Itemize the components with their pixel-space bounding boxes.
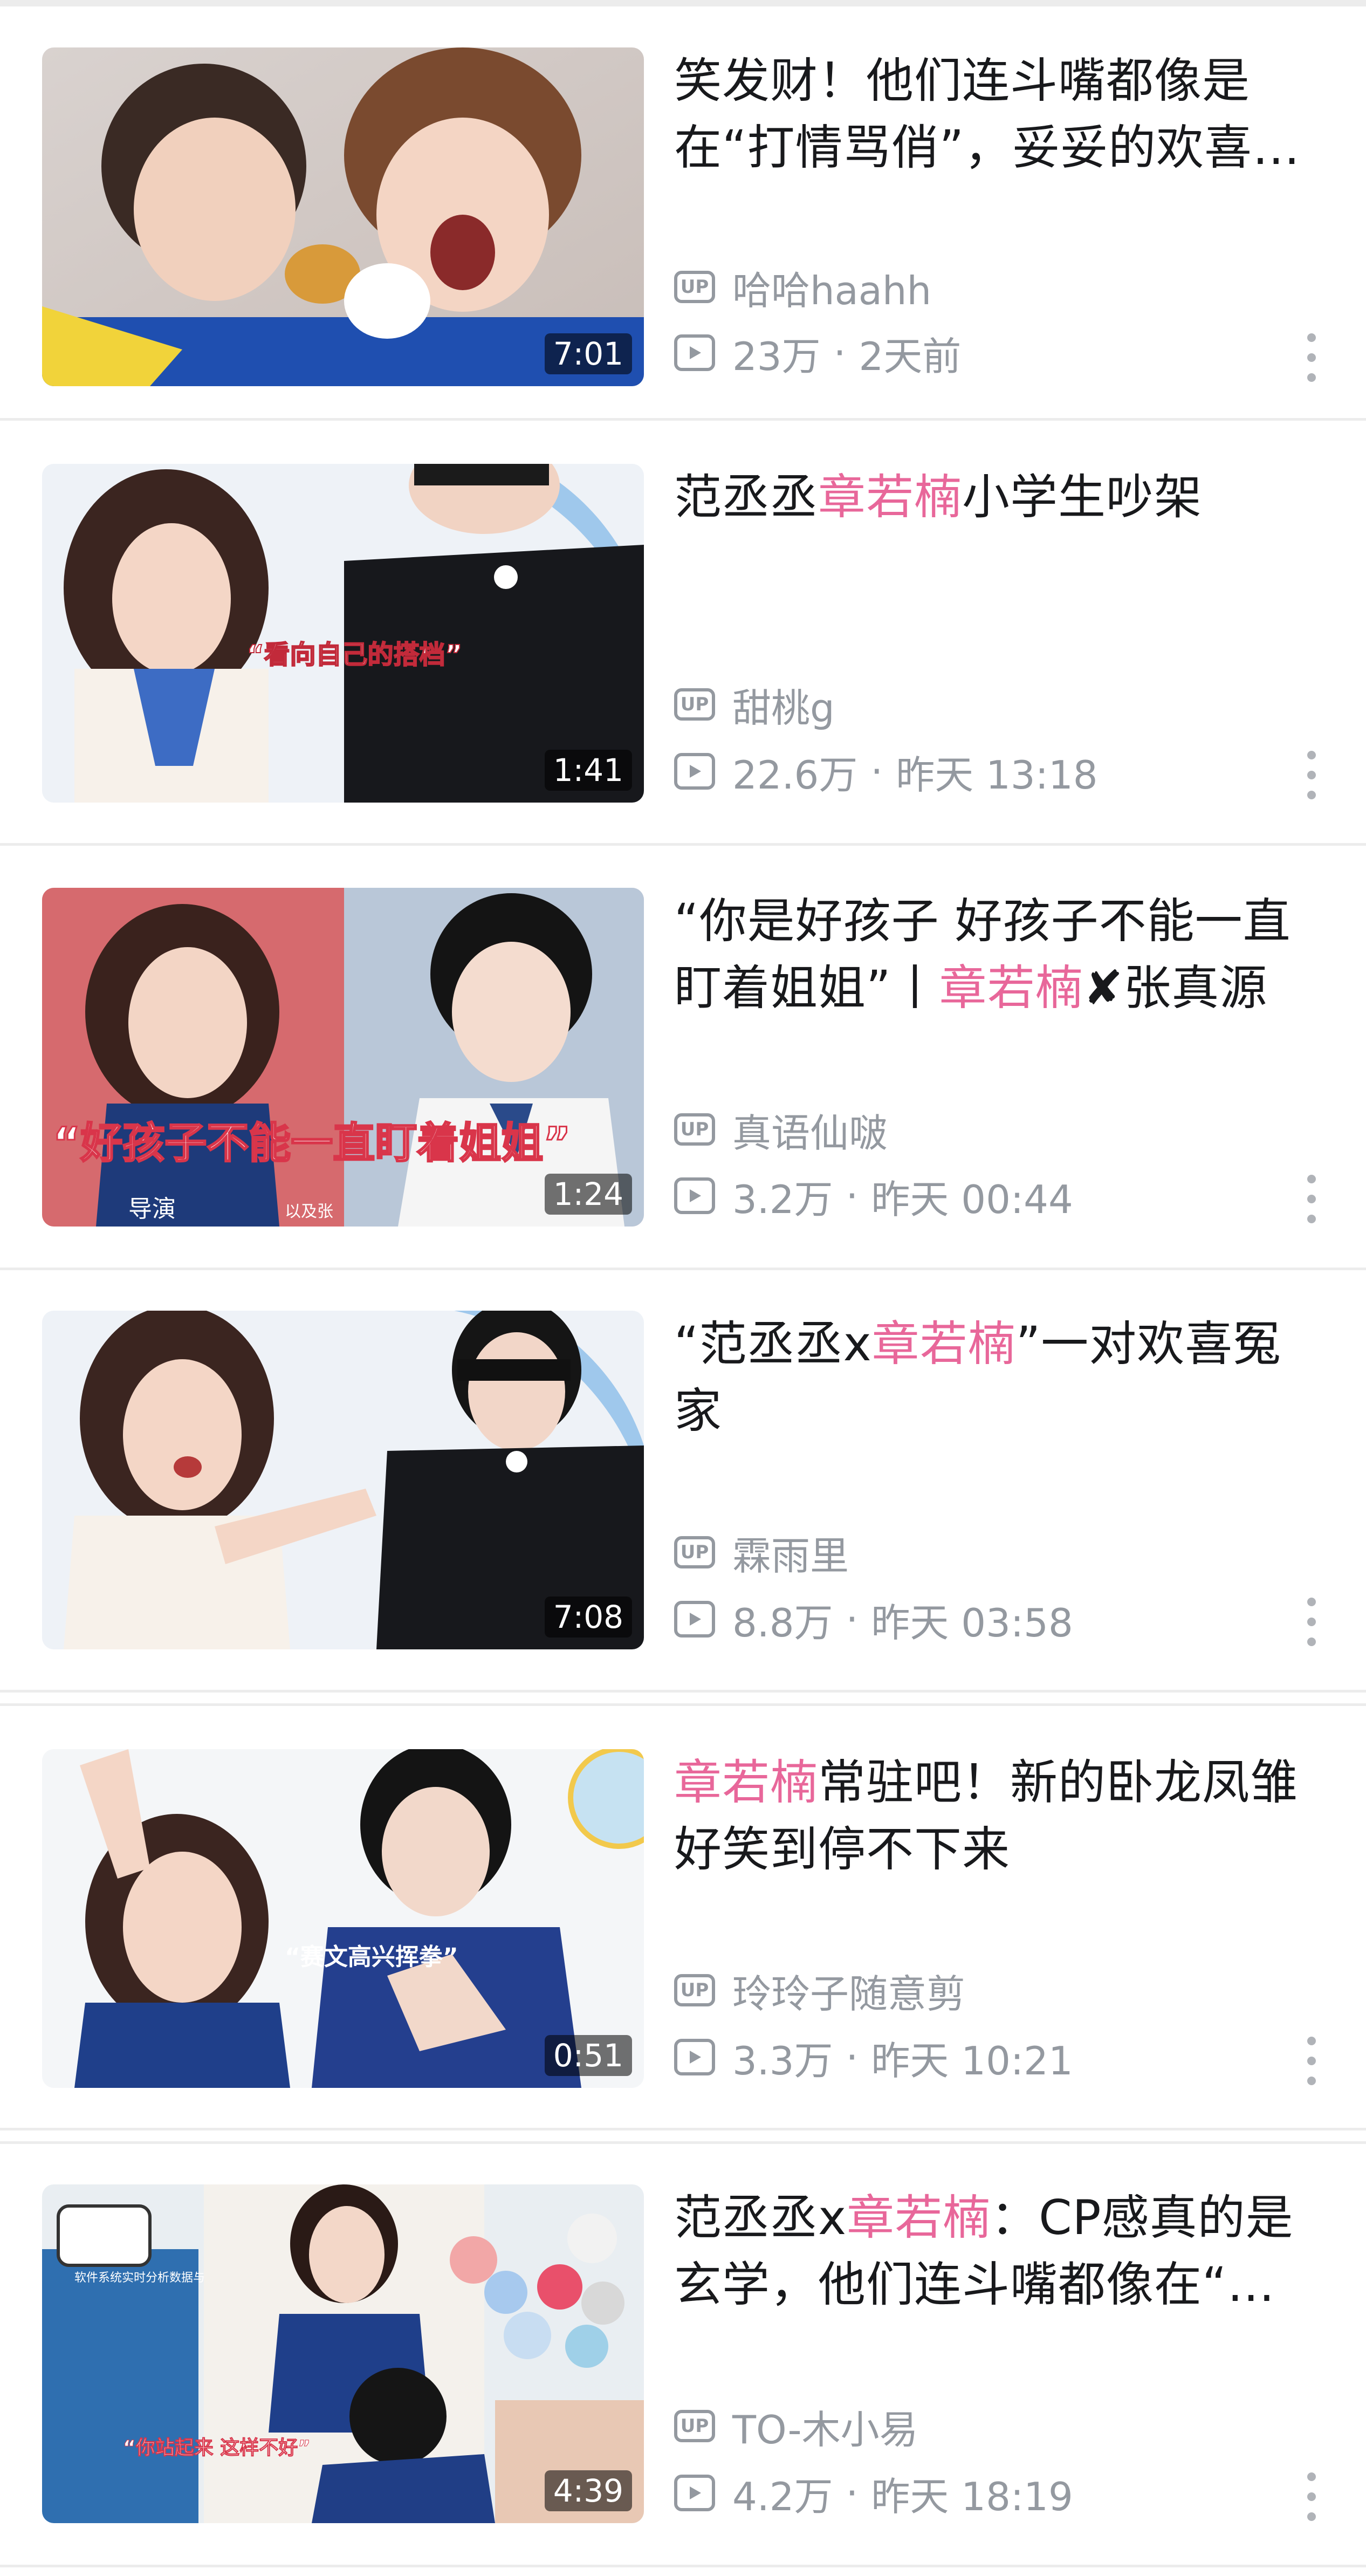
duration-badge: 7:01: [544, 333, 632, 374]
duration-badge: 0:51: [544, 2035, 632, 2076]
view-count: 23万: [732, 333, 821, 379]
divider: [0, 843, 1366, 846]
play-icon: [674, 753, 715, 790]
thumbnail-caption: “看向自己的搭档”: [247, 640, 462, 670]
thumbnail-caption: “赛文高兴挥拳”: [285, 1943, 458, 1971]
more-options-icon[interactable]: [1301, 2472, 1322, 2521]
stats-row: 3.2万 · 昨天 00:44: [674, 1173, 1073, 1222]
divider: [0, 1690, 1366, 1693]
dot-separator: ·: [846, 2034, 859, 2080]
divider: [0, 2565, 1366, 2567]
stats-row: 3.3万 · 昨天 10:21: [674, 2034, 1073, 2084]
uploader-name: 甜桃g: [732, 685, 835, 731]
more-options-icon[interactable]: [1301, 1175, 1322, 1223]
publish-time: 昨天 10:21: [871, 2038, 1073, 2084]
uploader-name: 霖雨里: [732, 1533, 849, 1579]
view-count: 8.8万: [732, 1600, 833, 1646]
video-title[interactable]: “你是好孩子 好孩子不能一直盯着姐姐”丨章若楠✘张真源: [674, 888, 1321, 1022]
dot-separator: ·: [870, 749, 883, 794]
top-divider: [0, 0, 1366, 6]
publish-time: 昨天 13:18: [896, 752, 1098, 798]
uploader-row[interactable]: UP 玲玲子随意剪: [674, 1969, 965, 2017]
view-count: 3.3万: [732, 2038, 833, 2084]
publish-time: 昨天 03:58: [871, 1600, 1073, 1646]
video-thumbnail[interactable]: “好孩子不能一直盯着姐姐” 导演 以及张 1:24: [42, 888, 644, 1227]
duration-badge: 1:41: [544, 750, 632, 791]
play-icon: [674, 2475, 715, 2511]
uploader-row[interactable]: UP 甜桃g: [674, 683, 835, 731]
play-icon: [674, 2039, 715, 2075]
uploader-name: TO-木小易: [732, 2407, 918, 2452]
divider: [0, 1268, 1366, 1270]
up-icon: UP: [674, 1974, 715, 2006]
publish-time: 2天前: [859, 333, 962, 379]
duration-badge: 4:39: [544, 2470, 632, 2511]
duration-badge: 1:24: [544, 1174, 632, 1215]
thumbnail-caption-small: 以及张: [285, 1202, 333, 1221]
dot-separator: ·: [846, 2470, 859, 2516]
video-thumbnail[interactable]: “赛文高兴挥拳” 0:51: [42, 1749, 644, 2088]
divider: [0, 2141, 1366, 2144]
uploader-name: 真语仙啵: [732, 1110, 888, 1156]
up-icon: UP: [674, 2410, 715, 2442]
play-icon: [674, 334, 715, 371]
stats-row: 8.8万 · 昨天 03:58: [674, 1597, 1073, 1646]
video-title[interactable]: “范丞丞x章若楠”一对欢喜冤家: [674, 1311, 1321, 1444]
stats-row: 23万 · 2天前: [674, 330, 961, 379]
view-count: 22.6万: [732, 752, 858, 798]
uploader-row[interactable]: UP 哈哈haahh: [674, 265, 931, 313]
view-count: 4.2万: [732, 2474, 833, 2519]
up-icon: UP: [674, 271, 715, 303]
dot-separator: ·: [846, 1597, 859, 1642]
uploader-row[interactable]: UP TO-木小易: [674, 2404, 918, 2452]
divider: [0, 1703, 1366, 1706]
video-thumbnail[interactable]: 软件系统实时分析数据与提供主导环境 “你站起来 这样不好” 4:39: [42, 2184, 644, 2523]
publish-time: 昨天 18:19: [871, 2474, 1073, 2519]
dot-separator: ·: [833, 330, 846, 375]
more-options-icon[interactable]: [1301, 751, 1322, 799]
divider: [0, 2128, 1366, 2130]
dot-separator: ·: [846, 1173, 859, 1218]
stats-row: 22.6万 · 昨天 13:18: [674, 749, 1098, 798]
up-icon: UP: [674, 1536, 715, 1568]
video-title[interactable]: 笑发财！他们连斗嘴都像是在“打情骂俏”，妥妥的欢喜冤家: [674, 47, 1321, 181]
view-count: 3.2万: [732, 1176, 833, 1222]
video-thumbnail[interactable]: 7:08: [42, 1311, 644, 1649]
more-options-icon[interactable]: [1301, 2037, 1322, 2085]
publish-time: 昨天 00:44: [871, 1176, 1073, 1222]
uploader-row[interactable]: UP 真语仙啵: [674, 1108, 888, 1156]
uploader-name: 玲玲子随意剪: [732, 1971, 966, 2017]
video-title[interactable]: 范丞丞章若楠小学生吵架: [674, 464, 1321, 531]
play-icon: [674, 1601, 715, 1638]
video-thumbnail[interactable]: “看向自己的搭档” 1:41: [42, 464, 644, 803]
uploader-name: 哈哈haahh: [732, 268, 932, 313]
up-icon: UP: [674, 688, 715, 721]
play-icon: [674, 1177, 715, 1214]
more-options-icon[interactable]: [1301, 1598, 1322, 1646]
uploader-row[interactable]: UP 霖雨里: [674, 1531, 849, 1579]
thumbnail-caption-small: 导演: [128, 1195, 176, 1223]
thumbnail-caption: “好孩子不能一直盯着姐姐”: [53, 1119, 571, 1168]
video-thumbnail[interactable]: 7:01: [42, 47, 644, 386]
divider: [0, 418, 1366, 421]
up-icon: UP: [674, 1113, 715, 1146]
video-title[interactable]: 章若楠常驻吧！新的卧龙凤雏好笑到停不下来: [674, 1749, 1321, 1883]
thumbnail-caption: “你站起来 这样不好”: [123, 2437, 311, 2459]
video-title[interactable]: 范丞丞x章若楠：CP感真的是玄学，他们连斗嘴都像在“打情骂俏”: [674, 2184, 1321, 2318]
stats-row: 4.2万 · 昨天 18:19: [674, 2470, 1073, 2519]
duration-badge: 7:08: [544, 1597, 632, 1638]
more-options-icon[interactable]: [1301, 333, 1322, 382]
